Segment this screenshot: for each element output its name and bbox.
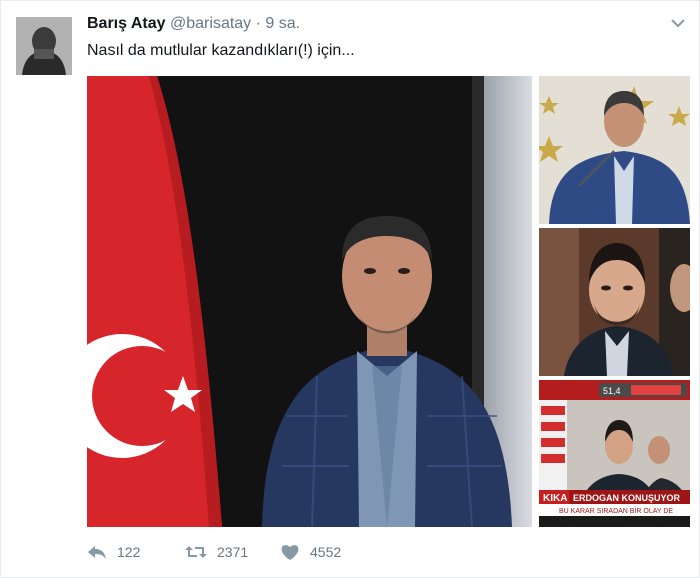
like-count: 4552 bbox=[310, 544, 342, 560]
media-grid[interactable]: 51,4 KIKA ERDOGAN KONUŞUYOR BU KARAR SIR… bbox=[87, 76, 690, 527]
avatar[interactable] bbox=[16, 17, 72, 75]
media-side-column: 51,4 KIKA ERDOGAN KONUŞUYOR BU KARAR SIR… bbox=[539, 76, 690, 527]
tv-subtitle: BU KARAR SIRADAN BİR OLAY DE bbox=[559, 506, 673, 515]
like-button[interactable]: 4552 bbox=[280, 537, 341, 567]
tweet-card[interactable]: Barış Atay @barisatay · 9 sa. Nasıl da m… bbox=[0, 0, 700, 578]
heart-icon bbox=[280, 543, 300, 561]
side-photo-3-tv[interactable]: 51,4 KIKA ERDOGAN KONUŞUYOR BU KARAR SIR… bbox=[539, 380, 690, 527]
reply-icon bbox=[87, 544, 107, 560]
tv-banner: ERDOGAN KONUŞUYOR bbox=[573, 493, 681, 503]
retweet-button[interactable]: 2371 bbox=[185, 537, 248, 567]
tv-score: 51,4 bbox=[603, 386, 621, 396]
side-photo-2[interactable] bbox=[539, 228, 690, 376]
tweet-header: Barış Atay @barisatay · 9 sa. bbox=[87, 15, 300, 33]
author-handle[interactable]: @barisatay bbox=[170, 15, 251, 32]
side-photo-1[interactable] bbox=[539, 76, 690, 224]
reply-button[interactable]: 122 bbox=[87, 537, 140, 567]
chevron-down-icon[interactable] bbox=[671, 15, 685, 31]
tv-channel: KIKA bbox=[543, 493, 567, 504]
retweet-count: 2371 bbox=[217, 544, 249, 560]
author-name[interactable]: Barış Atay bbox=[87, 15, 166, 32]
tweet-text: Nasıl da mutlular kazandıkları(!) için..… bbox=[87, 42, 355, 59]
tweet-timestamp[interactable]: 9 sa. bbox=[265, 15, 300, 32]
separator-dot: · bbox=[255, 15, 261, 32]
reply-count: 122 bbox=[117, 544, 141, 560]
main-photo[interactable] bbox=[87, 76, 532, 527]
retweet-icon bbox=[185, 544, 207, 560]
